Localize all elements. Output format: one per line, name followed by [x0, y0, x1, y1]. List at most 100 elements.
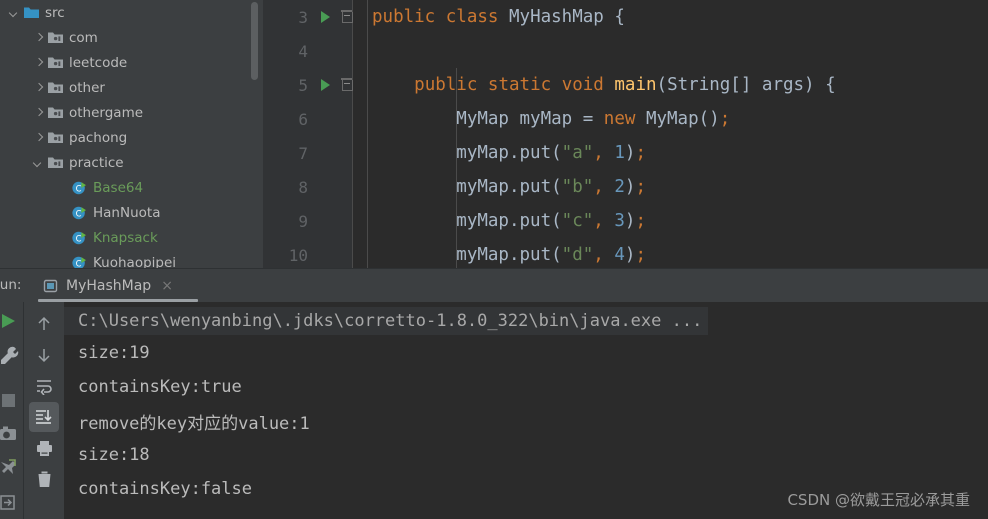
tree-item-label: leetcode: [69, 54, 128, 71]
code-line[interactable]: 6 MyMap myMap = new MyMap();: [264, 102, 988, 136]
code-text: myMap.put("a", 1);: [358, 143, 646, 163]
token: myMap.put(: [372, 245, 562, 265]
project-tree-scrollbar-thumb[interactable]: [251, 2, 258, 80]
project-tree-panel[interactable]: src com leetcode other othergame pachong pract…: [0, 0, 264, 268]
tab-myhashmap[interactable]: MyHashMap ×: [36, 269, 179, 302]
code-editor[interactable]: 3 public class MyHashMap {4 5 public stati…: [264, 0, 988, 268]
settings-wrench-icon[interactable]: [0, 344, 24, 372]
chevron-right-icon[interactable]: [32, 106, 45, 119]
console-output[interactable]: C:\Users\wenyanbing\.jdks\corretto-1.8.0…: [64, 302, 988, 519]
token: 4: [614, 245, 625, 265]
token: "a": [561, 143, 594, 163]
token: ): [624, 143, 636, 163]
token: "c": [561, 211, 594, 231]
tree-item-src[interactable]: src: [0, 0, 264, 25]
fold-marker-icon[interactable]: [336, 78, 358, 91]
tree-item-knapsack[interactable]: C Knapsack: [0, 225, 264, 250]
code-line[interactable]: 4: [264, 34, 988, 68]
java-class-runnable-icon: C: [71, 230, 88, 246]
line-number: 5: [298, 75, 308, 95]
folder-package-icon: [47, 30, 64, 45]
code-line[interactable]: 8 myMap.put("b", 2);: [264, 170, 988, 204]
tree-item-label: practice: [69, 154, 124, 171]
console-toolbar[interactable]: [24, 302, 64, 519]
token: ;: [635, 245, 646, 265]
token: "d": [561, 245, 594, 265]
tree-item-othergame[interactable]: othergame: [0, 100, 264, 125]
code-text: myMap.put("c", 3);: [358, 211, 646, 231]
chevron-down-icon[interactable]: [32, 156, 45, 169]
line-number: 6: [298, 109, 308, 129]
token: myMap.put(: [372, 177, 562, 197]
token: 3: [614, 211, 625, 231]
token: public: [414, 75, 478, 95]
tree-item-practice[interactable]: practice: [0, 150, 264, 175]
pin-icon[interactable]: [0, 458, 24, 484]
chevron-right-icon[interactable]: [32, 81, 45, 94]
tree-item-pachong[interactable]: pachong: [0, 125, 264, 150]
down-arrow-icon[interactable]: [29, 340, 59, 370]
close-icon[interactable]: ×: [161, 279, 173, 293]
fold-marker-icon[interactable]: [336, 10, 358, 23]
token: ,: [593, 211, 604, 231]
token: ,: [593, 177, 604, 197]
print-icon[interactable]: [29, 433, 59, 463]
tree-item-label: Knapsack: [93, 229, 158, 246]
folder-package-icon: [47, 80, 64, 95]
stop-icon[interactable]: [0, 390, 24, 416]
svg-text:C: C: [76, 183, 82, 193]
run-gutter-icon[interactable]: [314, 79, 336, 91]
tree-item-com[interactable]: com: [0, 25, 264, 50]
chevron-right-icon[interactable]: [32, 56, 45, 69]
token: myMap.put(: [372, 143, 562, 163]
chevron-right-icon[interactable]: [32, 31, 45, 44]
run-actions-strip[interactable]: [0, 302, 24, 519]
tree-item-other[interactable]: other: [0, 75, 264, 100]
scroll-to-end-icon[interactable]: [29, 402, 59, 432]
tree-item-kuohaopipei[interactable]: C Kuohaopipei: [0, 250, 264, 268]
line-number: 7: [298, 143, 308, 163]
camera-icon[interactable]: [0, 424, 24, 450]
folder-blue-icon: [23, 5, 40, 20]
export-icon[interactable]: [0, 492, 24, 518]
tree-item-leetcode[interactable]: leetcode: [0, 50, 264, 75]
token: new: [603, 109, 636, 129]
code-line[interactable]: 10 myMap.put("d", 4);: [264, 238, 988, 268]
run-gutter-icon[interactable]: [314, 11, 336, 23]
tree-item-hannuota[interactable]: C HanNuota: [0, 200, 264, 225]
watermark: CSDN @欲戴王冠必承其重: [787, 491, 970, 509]
chevron-down-icon[interactable]: [8, 6, 21, 19]
token: ): [624, 245, 636, 265]
console-line: remove的key对应的value:1: [78, 413, 310, 434]
line-number: 10: [288, 245, 308, 265]
code-line[interactable]: 7 myMap.put("a", 1);: [264, 136, 988, 170]
up-arrow-icon[interactable]: [29, 309, 59, 339]
console-line: C:\Users\wenyanbing\.jdks\corretto-1.8.0…: [64, 302, 988, 336]
tree-item-label: com: [69, 29, 98, 46]
svg-text:C: C: [76, 258, 82, 268]
token: 2: [614, 177, 625, 197]
code-line[interactable]: 9 myMap.put("c", 3);: [264, 204, 988, 238]
project-tree-scrollbar[interactable]: [251, 0, 258, 268]
tree-item-base64[interactable]: C Base64: [0, 175, 264, 200]
chevron-right-icon[interactable]: [32, 131, 45, 144]
code-line[interactable]: 3 public class MyHashMap {: [264, 0, 988, 34]
rerun-icon[interactable]: [0, 310, 24, 336]
trash-icon[interactable]: [29, 464, 59, 494]
tree-item-label: HanNuota: [93, 204, 161, 221]
soft-wrap-icon[interactable]: [29, 371, 59, 401]
code-text: public class MyHashMap {: [358, 7, 625, 27]
code-line[interactable]: 5 public static void main(String[] args)…: [264, 68, 988, 102]
console-line: size:19: [78, 343, 150, 363]
token: MyMap(): [635, 109, 720, 129]
project-tree-list: src com leetcode other othergame pachong pract…: [0, 0, 264, 268]
token: static: [487, 75, 552, 95]
console-command-line: C:\Users\wenyanbing\.jdks\corretto-1.8.0…: [64, 306, 709, 335]
